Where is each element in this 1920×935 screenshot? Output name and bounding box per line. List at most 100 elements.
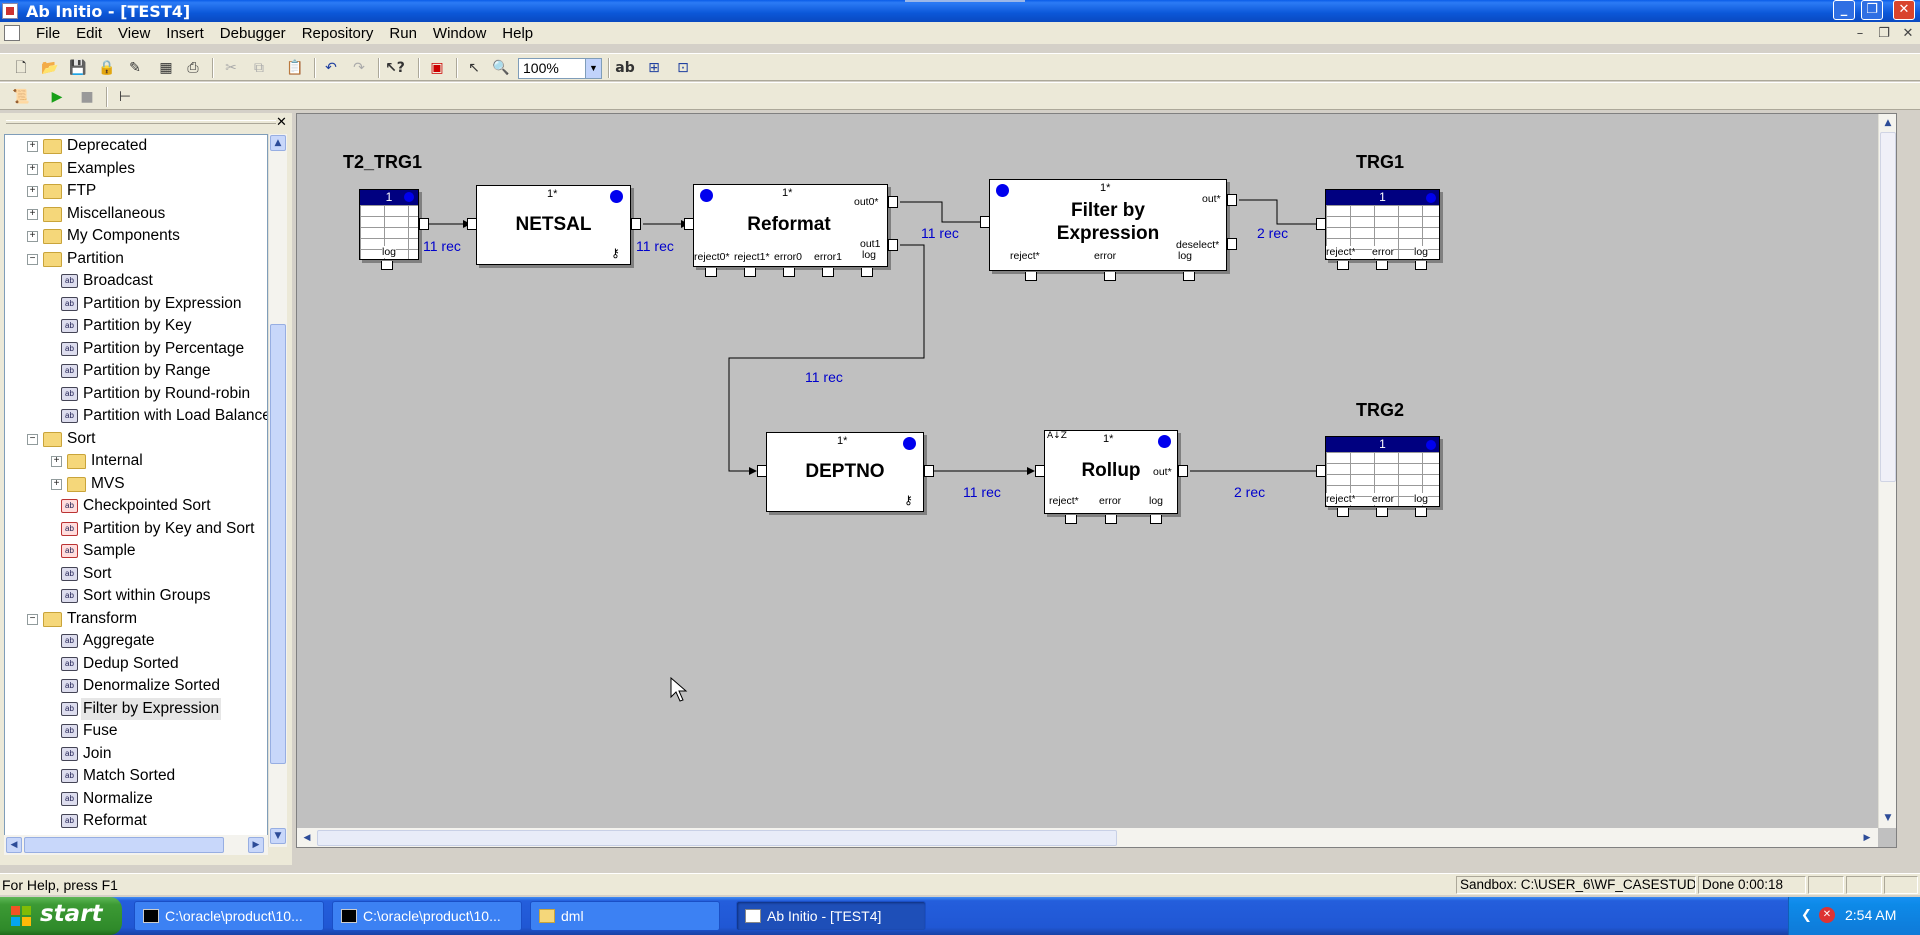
tree-folder[interactable]: + MVS: [5, 473, 265, 495]
security-alert-icon[interactable]: ✕: [1819, 907, 1835, 923]
deselect-port[interactable]: [1227, 238, 1237, 250]
trg1-dataset[interactable]: 1 reject* error log: [1325, 189, 1440, 260]
script-icon[interactable]: 📜: [10, 87, 32, 107]
taskbar-item-dml[interactable]: dml: [530, 901, 720, 931]
tree-component[interactable]: ab Checkpointed Sort: [5, 495, 265, 517]
panel-grip[interactable]: [6, 120, 276, 124]
text-tool-icon[interactable]: ab: [614, 58, 636, 78]
rollup-component[interactable]: 1* A↓Z Rollup out* reject* error log: [1044, 430, 1178, 514]
zoom-icon[interactable]: 🔍: [490, 58, 512, 78]
tray-chevron-icon[interactable]: ❮: [1801, 908, 1812, 923]
expand-icon[interactable]: +: [27, 231, 38, 242]
print-icon[interactable]: ⎙: [182, 58, 204, 78]
input-port[interactable]: [757, 465, 767, 477]
tree-folder[interactable]: − Sort: [5, 428, 265, 450]
reformat-component[interactable]: 1* Reformat out0* out1 log reject0* reje…: [693, 184, 888, 267]
input-port[interactable]: [684, 218, 694, 230]
error-port[interactable]: [1105, 515, 1117, 524]
tree-component[interactable]: ab Fuse: [5, 720, 265, 742]
scroll-down-icon[interactable]: ▼: [270, 828, 286, 844]
netsal-component[interactable]: 1* NETSAL ⚷: [476, 185, 631, 265]
menu-help[interactable]: Help: [494, 25, 541, 42]
tree-folder[interactable]: − Partition: [5, 248, 265, 270]
scroll-up-icon[interactable]: ▲: [1880, 115, 1896, 131]
input-port[interactable]: [1035, 465, 1045, 477]
tree-component[interactable]: ab Partition by Round-robin: [5, 383, 265, 405]
filter-by-expression-component[interactable]: 1* Filter by Expression out* deselect* l…: [989, 179, 1227, 271]
input-dataset[interactable]: 1 log: [359, 189, 419, 260]
tree-component[interactable]: ab Partition by Key and Sort: [5, 518, 265, 540]
pointer-icon[interactable]: ↖: [463, 58, 485, 78]
scroll-left-icon[interactable]: ◀: [299, 830, 315, 846]
expand-icon[interactable]: +: [27, 186, 38, 197]
tree-component[interactable]: ab Reformat: [5, 810, 265, 832]
tree-component[interactable]: ab Aggregate: [5, 630, 265, 652]
taskbar-item-console-1[interactable]: C:\oracle\product\10...: [134, 901, 324, 931]
error1-port[interactable]: [822, 268, 834, 277]
check-in-icon[interactable]: ✎: [124, 58, 146, 78]
tree-folder[interactable]: + My Components: [5, 225, 265, 247]
undo-icon[interactable]: ↶: [320, 58, 342, 78]
watcher-icon[interactable]: ⊡: [672, 58, 694, 78]
component-icon[interactable]: ▣: [426, 58, 448, 78]
tree-component[interactable]: ab Filter by Expression: [5, 697, 265, 720]
reject-port[interactable]: [1337, 261, 1349, 270]
collapse-icon[interactable]: −: [27, 433, 38, 445]
tree-component[interactable]: ab Match Sorted: [5, 765, 265, 787]
expand-icon[interactable]: +: [27, 208, 38, 220]
output-port[interactable]: [419, 218, 429, 230]
tree-component[interactable]: ab Join: [5, 743, 265, 765]
scroll-right-icon[interactable]: ▶: [248, 837, 264, 853]
close-icon[interactable]: ✕: [1893, 0, 1915, 20]
tree-horizontal-scrollbar[interactable]: ◀ ▶: [4, 835, 268, 855]
tree-view-icon[interactable]: ⊢: [114, 87, 136, 107]
chevron-down-icon[interactable]: ▼: [585, 59, 601, 78]
tree-component[interactable]: ab Partition by Key: [5, 315, 265, 337]
expand-icon[interactable]: +: [27, 163, 38, 175]
tree-vertical-scrollbar[interactable]: ▲ ▼: [268, 134, 287, 847]
expand-icon[interactable]: +: [51, 456, 62, 467]
mdi-restore-icon[interactable]: ❐: [1874, 26, 1894, 41]
tree-component[interactable]: ab Partition with Load Balance: [5, 405, 267, 427]
expand-icon[interactable]: +: [51, 478, 62, 490]
open-folder-icon[interactable]: 📂: [39, 58, 61, 78]
minimize-icon[interactable]: _: [1833, 0, 1855, 20]
collapse-icon[interactable]: −: [27, 613, 38, 625]
menu-repository[interactable]: Repository: [294, 25, 382, 42]
scroll-down-icon[interactable]: ▼: [1880, 810, 1896, 826]
taskbar-item-console-2[interactable]: C:\oracle\product\10...: [332, 901, 522, 931]
expand-icon[interactable]: +: [27, 141, 38, 152]
menu-view[interactable]: View: [110, 25, 158, 42]
taskbar-item-abinitio[interactable]: Ab Initio - [TEST4]: [736, 901, 926, 931]
tree-hscroll-thumb[interactable]: [24, 837, 224, 853]
document-icon[interactable]: [4, 25, 20, 41]
out1-port[interactable]: [888, 239, 898, 251]
panel-close-icon[interactable]: ✕: [276, 115, 287, 130]
tree-component[interactable]: ab Partition by Range: [5, 360, 265, 382]
out0-port[interactable]: [888, 196, 898, 208]
save-icon[interactable]: 💾: [67, 58, 89, 78]
menu-run[interactable]: Run: [381, 25, 425, 42]
out-port[interactable]: [1178, 465, 1188, 477]
tree-scroll-thumb[interactable]: [270, 324, 286, 764]
log-port[interactable]: [381, 261, 393, 270]
error-port[interactable]: [1376, 261, 1388, 270]
menu-edit[interactable]: Edit: [68, 25, 110, 42]
mdi-minimize-icon[interactable]: –: [1850, 26, 1870, 41]
menu-debugger[interactable]: Debugger: [212, 25, 294, 42]
reject-port[interactable]: [1025, 272, 1037, 281]
start-button[interactable]: start: [0, 897, 122, 935]
reject-port[interactable]: [1065, 515, 1077, 524]
context-help-icon[interactable]: ↖?: [384, 58, 406, 78]
tree-folder[interactable]: + FTP: [5, 180, 265, 202]
grid-icon[interactable]: ▦: [155, 58, 177, 78]
cut-icon[interactable]: ✂: [220, 58, 242, 78]
paste-icon[interactable]: 📋: [284, 58, 306, 78]
tree-folder[interactable]: + Examples: [5, 158, 265, 180]
canvas-scroll-thumb[interactable]: [1880, 132, 1896, 482]
redo-icon[interactable]: ↷: [348, 58, 370, 78]
scroll-up-icon[interactable]: ▲: [270, 135, 286, 151]
log-port[interactable]: [1150, 515, 1162, 524]
error0-port[interactable]: [783, 268, 795, 277]
input-port[interactable]: [980, 216, 990, 228]
